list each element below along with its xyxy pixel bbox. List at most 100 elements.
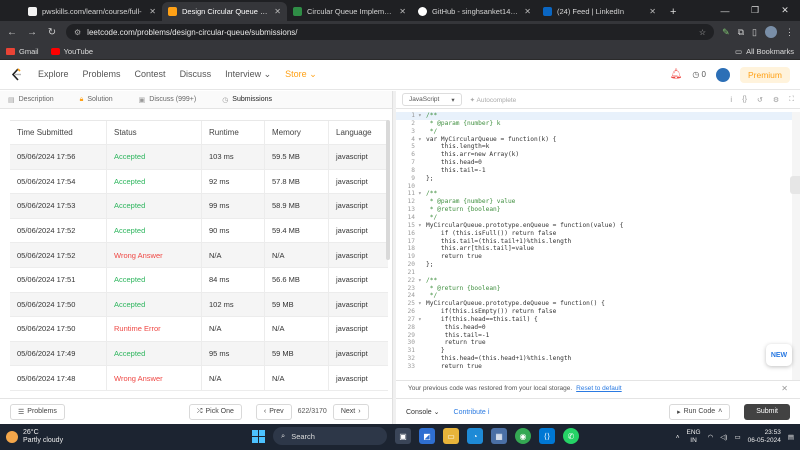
code-line[interactable]: 32 this.head=(this.head+1)%this.length xyxy=(396,355,792,363)
braces-icon[interactable]: {} xyxy=(742,96,747,104)
nav-interview[interactable]: Interview ⌄ xyxy=(225,69,271,80)
col-runtime-header[interactable]: Runtime xyxy=(202,121,265,144)
nav-discuss[interactable]: Discuss xyxy=(180,69,212,80)
code-line[interactable]: 15 ▾ MyCircularQueue.prototype.enQueue = f… xyxy=(396,222,792,230)
code-line[interactable]: 7 this.head=0 xyxy=(396,159,792,167)
code-line[interactable]: 21 xyxy=(396,269,792,277)
store-icon[interactable]: ▦ xyxy=(491,428,507,444)
code-line[interactable]: 2 * @param {number} k xyxy=(396,120,792,128)
input-language[interactable]: ENG IN xyxy=(687,429,701,445)
fold-chevron-icon[interactable]: ▾ xyxy=(418,316,426,324)
fold-chevron-icon[interactable]: ▾ xyxy=(418,277,426,285)
tab-submissions[interactable]: ◷ Submissions xyxy=(222,91,272,109)
submission-status[interactable]: Wrong Answer xyxy=(107,243,202,267)
code-line[interactable]: 19 return true xyxy=(396,253,792,261)
task-view-icon[interactable]: ▣ xyxy=(395,428,411,444)
run-code-button[interactable]: ▸ Run Code ˄ xyxy=(669,403,731,420)
submission-status[interactable]: Accepted xyxy=(107,145,202,169)
taskbar-search[interactable]: ⌕ Search xyxy=(273,427,387,445)
all-bookmarks[interactable]: ▭ All Bookmarks xyxy=(735,47,794,56)
site-info-icon[interactable]: ⚙ xyxy=(74,28,81,37)
editor-scrollbar[interactable] xyxy=(792,112,800,380)
submit-button[interactable]: Submit xyxy=(744,403,790,420)
tab-discuss[interactable]: ▣ Discuss (999+) xyxy=(139,91,197,109)
code-line[interactable]: 17 this.tail=(this.tail+1)%this.length xyxy=(396,238,792,246)
coins[interactable]: ◷ 0 xyxy=(692,70,706,79)
code-line[interactable]: 28 this.head=0 xyxy=(396,324,792,332)
notification-bell-icon[interactable]: 🔔︎ xyxy=(670,69,683,80)
close-tab-icon[interactable]: ✕ xyxy=(524,7,531,16)
autocomplete-toggle[interactable]: ✦ Autocomplete xyxy=(470,96,517,104)
prev-button[interactable]: ‹ Prev xyxy=(255,403,292,420)
new-tab-button[interactable]: + xyxy=(662,6,684,21)
back-arrow-icon[interactable]: ← xyxy=(6,27,18,38)
code-line[interactable]: 10 xyxy=(396,183,792,191)
volume-icon[interactable]: ◁) xyxy=(720,433,727,441)
code-line[interactable]: 20}; xyxy=(396,261,792,269)
submission-status[interactable]: Runtime Error xyxy=(107,317,202,341)
nav-explore[interactable]: Explore xyxy=(38,69,69,80)
table-row[interactable]: 05/06/2024 17:56 Accepted 103 ms 59.5 MB jav… xyxy=(10,145,388,170)
table-row[interactable]: 05/06/2024 17:52 Accepted 90 ms 59.4 MB java… xyxy=(10,218,388,244)
side-panel-handle[interactable] xyxy=(790,176,800,194)
browser-tab[interactable]: GitHub - singhsanket143/Data ✕ xyxy=(412,2,537,21)
table-row[interactable]: 05/06/2024 17:53 Accepted 99 ms 58.9 MB java… xyxy=(10,194,388,219)
extensions-puzzle-icon[interactable]: ⧉ xyxy=(738,27,744,38)
submission-status[interactable]: Accepted xyxy=(107,218,202,243)
table-row[interactable]: 05/06/2024 17:54 Accepted 92 ms 57.8 MB java… xyxy=(10,169,388,195)
settings-icon[interactable]: ⚙ xyxy=(773,96,779,104)
code-line[interactable]: 18 this.arr[this.tail]=value xyxy=(396,245,792,253)
nav-problems[interactable]: Problems xyxy=(83,69,121,80)
close-window-icon[interactable]: ✕ xyxy=(770,5,800,16)
browser-tab[interactable]: pwskills.com/learn/course/full- ✕ xyxy=(22,2,162,21)
code-line[interactable]: 3 */ xyxy=(396,128,792,136)
table-scrollbar[interactable] xyxy=(386,120,390,260)
code-line[interactable]: 5 this.length=k xyxy=(396,143,792,151)
weather-widget[interactable]: 26°C Partly cloudy xyxy=(0,429,63,445)
code-line[interactable]: 23 * @return {boolean} xyxy=(396,285,792,293)
fold-chevron-icon[interactable]: ▾ xyxy=(418,112,426,120)
submission-status[interactable]: Accepted xyxy=(107,341,202,366)
user-avatar[interactable] xyxy=(715,67,730,82)
submission-status[interactable]: Accepted xyxy=(107,267,202,292)
fold-chevron-icon[interactable]: ▾ xyxy=(418,190,426,198)
close-tab-icon[interactable]: ✕ xyxy=(149,7,156,16)
file-explorer-icon[interactable]: ▭ xyxy=(443,428,459,444)
col-status-header[interactable]: Status xyxy=(107,121,202,144)
code-line[interactable]: 12 * @param {number} value xyxy=(396,198,792,206)
table-row[interactable]: 05/06/2024 17:52 Wrong Answer N/A N/A javasc… xyxy=(10,243,388,268)
table-row[interactable]: 05/06/2024 17:48 Wrong Answer N/A N/A javasc… xyxy=(10,366,388,391)
new-feature-badge[interactable]: NEW xyxy=(766,344,792,366)
fold-chevron-icon[interactable]: ▾ xyxy=(418,300,426,308)
bookmark-gmail[interactable]: Gmail xyxy=(6,47,39,56)
sidepanel-icon[interactable]: ▯ xyxy=(752,27,757,38)
pick-one-button[interactable]: ⤮ Pick One xyxy=(188,403,242,420)
bookmark-youtube[interactable]: YouTube xyxy=(50,47,93,56)
code-line[interactable]: 30 return true xyxy=(396,339,792,347)
code-line[interactable]: 27 ▾ if(this.head==this.tail) { xyxy=(396,316,792,324)
submission-status[interactable]: Accepted xyxy=(107,194,202,218)
code-line[interactable]: 24 */ xyxy=(396,292,792,300)
nav-store[interactable]: Store ⌄ xyxy=(285,69,317,80)
code-line[interactable]: 16 if (this.isFull()) return false xyxy=(396,230,792,238)
profile-avatar[interactable] xyxy=(765,26,777,38)
code-editor[interactable]: 1 ▾/** 2 * @param {number} k3 */4 ▾ var MyCi… xyxy=(396,112,792,380)
clock[interactable]: 23:53 06-05-2024 xyxy=(748,429,781,445)
contribute-link[interactable]: Contribute ⅰ xyxy=(454,408,490,416)
code-line[interactable]: 26 if(this.isEmpty()) return false xyxy=(396,308,792,316)
battery-icon[interactable]: ▭ xyxy=(734,433,740,441)
tab-solution[interactable]: 🔒︎ Solution xyxy=(80,91,113,109)
browser-tab[interactable]: (24) Feed | LinkedIn ✕ xyxy=(537,2,662,21)
forward-arrow-icon[interactable]: → xyxy=(26,27,38,38)
table-row[interactable]: 05/06/2024 17:49 Accepted 95 ms 59 MB javasc… xyxy=(10,341,388,367)
whatsapp-icon[interactable]: ✆ xyxy=(563,428,579,444)
console-toggle[interactable]: Console ⌄ xyxy=(406,408,440,416)
col-time-header[interactable]: Time Submitted xyxy=(10,121,107,144)
code-line[interactable]: 13 * @return {boolean} xyxy=(396,206,792,214)
code-line[interactable]: 33 return true xyxy=(396,363,792,371)
fold-chevron-icon[interactable]: ▾ xyxy=(418,222,426,230)
code-line[interactable]: 8 this.tail=-1 xyxy=(396,167,792,175)
wifi-icon[interactable]: ◠ xyxy=(708,433,714,441)
browser-tab[interactable]: Circular Queue Implementation ✕ xyxy=(287,2,412,21)
code-line[interactable]: 4 ▾ var MyCircularQueue = function(k) { xyxy=(396,136,792,144)
